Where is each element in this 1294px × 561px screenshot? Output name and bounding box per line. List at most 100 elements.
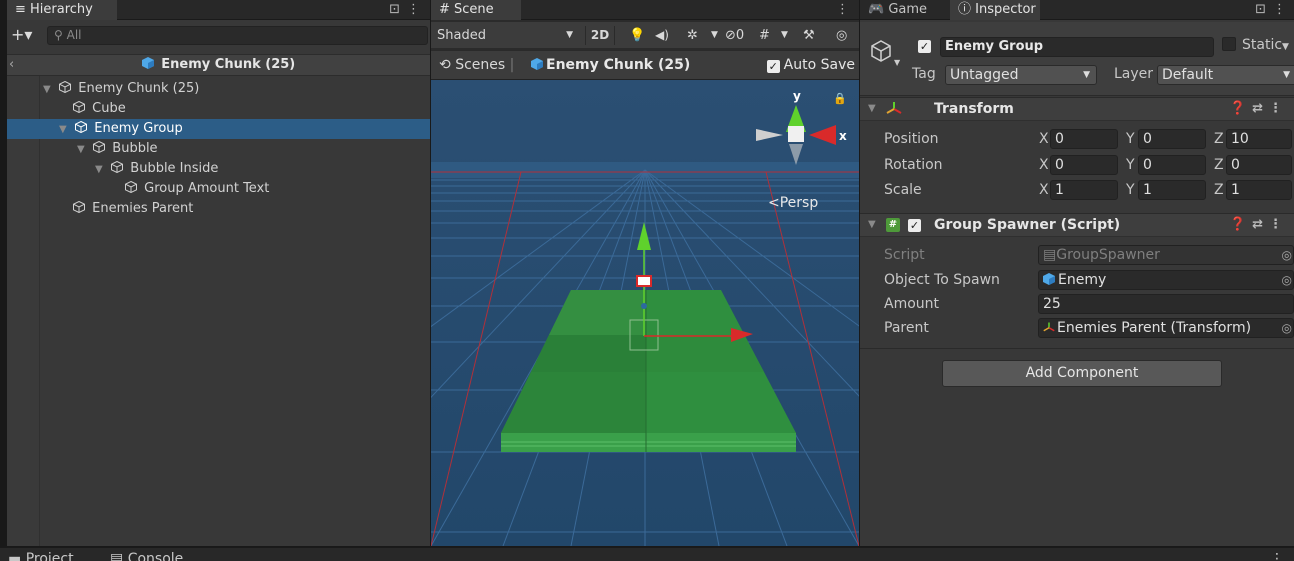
auto-save-toggle[interactable]: ✓ Auto Save [766, 57, 855, 73]
grid-toggle-icon[interactable]: # [759, 26, 770, 45]
active-checkbox[interactable]: ✓ [918, 40, 931, 53]
help-icon: ❓ [1229, 101, 1253, 116]
expand-arrow-icon[interactable]: ▼ [868, 214, 876, 236]
shading-mode-dropdown[interactable]: Shaded ▼ [437, 26, 577, 45]
prefab-scene-header: ‹ Enemy Chunk (25) [7, 54, 430, 76]
less-than-icon: < [768, 195, 780, 211]
rotation-z-field[interactable]: 0 [1226, 155, 1292, 175]
rotation-label: Rotation [884, 157, 943, 173]
position-x-field[interactable]: 0 [1050, 129, 1118, 149]
tree-item-bubble[interactable]: ▼ Bubble [7, 139, 430, 159]
audio-toggle-icon[interactable]: ◀) [655, 26, 669, 45]
layer-dropdown[interactable]: Default ▼ [1157, 65, 1294, 85]
grid-dropdown-icon[interactable]: ▼ [781, 26, 788, 45]
tag-dropdown[interactable]: Untagged ▼ [945, 65, 1097, 85]
tools-icon[interactable]: ⚒ [803, 26, 815, 45]
tree-item-enemy-group[interactable]: ▼ Enemy Group [7, 119, 430, 139]
scale-z-field[interactable]: 1 [1226, 180, 1292, 200]
gameobject-icon [93, 141, 106, 153]
expand-arrow-icon[interactable]: ▼ [59, 120, 71, 140]
position-z-field[interactable]: 10 [1226, 129, 1292, 149]
kebab-menu-icon[interactable]: ⋮ [836, 0, 849, 20]
component-actions[interactable]: ❓⇄⋮ [1230, 214, 1288, 236]
tree-item-group-amount-text[interactable]: Group Amount Text [7, 179, 430, 199]
tag-label: Tag [912, 66, 936, 82]
position-z-label[interactable]: Z [1214, 129, 1224, 149]
component-enabled-checkbox[interactable]: ✓ [908, 219, 921, 232]
tree-item-cube[interactable]: Cube [7, 99, 430, 119]
hierarchy-toolbar: +▾ ⚲ All [7, 22, 430, 48]
component-actions[interactable]: ❓⇄⋮ [1230, 98, 1288, 120]
rotation-x-label[interactable]: X [1039, 155, 1049, 175]
tree-item-bubble-inside[interactable]: ▼ Bubble Inside [7, 159, 430, 179]
inspector-object-header: ▼ ✓ Enemy Group Static▼ Tag Untagged ▼ La… [860, 22, 1294, 96]
rotation-y-field[interactable]: 0 [1138, 155, 1206, 175]
chevron-down-icon: ▼ [1083, 70, 1090, 80]
hidden-objects-toggle[interactable]: ⊘0 [725, 26, 744, 45]
kebab-menu-icon[interactable]: ⋮ [1270, 552, 1284, 561]
gamepad-icon: 🎮 [868, 2, 889, 17]
transform-component-header[interactable]: ▼ Transform ❓⇄⋮ [860, 97, 1294, 121]
tab-game[interactable]: 🎮 Game [860, 0, 950, 20]
gameobject-icon [125, 181, 137, 193]
back-chevron-icon[interactable]: ‹ [9, 55, 14, 75]
object-to-spawn-field[interactable]: Enemy ◎ [1038, 270, 1294, 290]
scale-y-field[interactable]: 1 [1138, 180, 1206, 200]
add-object-button[interactable]: +▾ [11, 25, 32, 44]
console-icon: ▤ [110, 551, 128, 561]
transform-icon [1043, 322, 1055, 332]
preset-icon: ⇄ [1252, 217, 1269, 232]
lighting-toggle-icon[interactable]: 💡 [629, 26, 645, 45]
scale-z-label[interactable]: Z [1214, 180, 1224, 200]
effects-toggle-icon[interactable]: ✲ [687, 26, 698, 45]
tree-item-enemy-chunk[interactable]: ▼ Enemy Chunk (25) [7, 79, 430, 99]
hierarchy-search-input[interactable]: ⚲ All [47, 26, 428, 45]
chevron-down-icon: ▼ [1283, 70, 1290, 80]
tab-project[interactable]: ▬ Project [8, 552, 74, 561]
object-picker-icon[interactable]: ◎ [1282, 271, 1292, 289]
object-name-field[interactable]: Enemy Group [940, 37, 1214, 57]
kebab-menu-icon[interactable]: ⋮ [1273, 0, 1286, 20]
scale-x-label[interactable]: X [1039, 180, 1049, 200]
back-arrow-icon: ⟲ [439, 57, 456, 73]
static-checkbox[interactable] [1222, 37, 1236, 51]
tree-item-enemies-parent[interactable]: Enemies Parent [7, 199, 430, 219]
2d-toggle-button[interactable]: 2D [585, 26, 615, 45]
amount-field[interactable]: 25 [1038, 294, 1294, 314]
gizmos-icon[interactable]: ◎ [836, 26, 847, 45]
kebab-menu-icon[interactable]: ⋮ [407, 0, 420, 20]
expand-arrow-icon[interactable]: ▼ [43, 80, 55, 100]
tab-inspector[interactable]: ⓘ Inspector [950, 0, 1040, 20]
scale-y-label[interactable]: Y [1126, 180, 1135, 200]
bottom-tabbar: ▬ Project ▤ Console ⋮ [0, 547, 1294, 561]
gameobject-icon [871, 40, 891, 62]
parent-field[interactable]: Enemies Parent (Transform) ◎ [1038, 318, 1294, 338]
object-picker-icon[interactable]: ◎ [1282, 319, 1292, 337]
expand-arrow-icon[interactable]: ▼ [77, 140, 89, 160]
rotation-x-field[interactable]: 0 [1050, 155, 1118, 175]
breadcrumb-scenes[interactable]: ⟲ Scenes | [439, 57, 514, 73]
tab-scene[interactable]: # Scene [431, 0, 521, 20]
icon-dropdown-icon[interactable]: ▼ [894, 58, 900, 67]
breadcrumb-prefab[interactable]: Enemy Chunk (25) [531, 57, 690, 73]
search-icon: ⚲ [54, 28, 67, 42]
static-toggle[interactable]: Static▼ [1222, 37, 1289, 53]
position-x-label[interactable]: X [1039, 129, 1049, 149]
position-y-field[interactable]: 0 [1138, 129, 1206, 149]
position-label: Position [884, 131, 939, 147]
expand-arrow-icon[interactable]: ▼ [95, 160, 107, 180]
scale-x-field[interactable]: 1 [1050, 180, 1118, 200]
group-spawner-component-header[interactable]: ▼ # ✓ Group Spawner (Script) ❓⇄⋮ [860, 213, 1294, 237]
tab-console[interactable]: ▤ Console [110, 552, 183, 561]
rotation-y-label[interactable]: Y [1126, 155, 1135, 175]
effects-dropdown-icon[interactable]: ▼ [711, 26, 718, 45]
scene-viewport[interactable]: y x 🔒 <Persp [431, 80, 859, 546]
expand-arrow-icon[interactable]: ▼ [868, 98, 876, 120]
lock-icon[interactable]: ⊡ [389, 0, 400, 20]
add-component-button[interactable]: Add Component [942, 360, 1222, 387]
rotation-z-label[interactable]: Z [1214, 155, 1224, 175]
script-label: Script [884, 247, 925, 263]
tab-hierarchy[interactable]: ≡ Hierarchy [7, 0, 117, 20]
position-y-label[interactable]: Y [1126, 129, 1135, 149]
lock-icon[interactable]: ⊡ [1255, 0, 1266, 20]
